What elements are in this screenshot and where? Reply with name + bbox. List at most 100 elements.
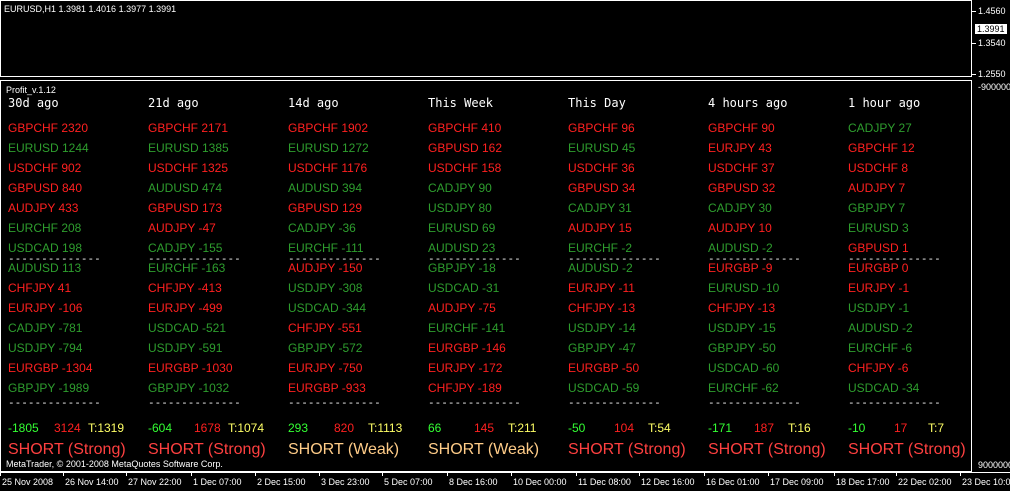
column-header: 1 hour ago [848, 96, 921, 110]
signal-label: SHORT (Strong) [568, 441, 686, 458]
indicator-axis-label: -9000000 [978, 82, 1010, 92]
separator-line: -------------- [8, 396, 101, 409]
pair-row: GBPUSD 129 [288, 201, 363, 215]
price-axis-label: 1.2550 [978, 69, 1006, 79]
total-b: 104 [614, 421, 635, 435]
time-tick [834, 473, 835, 476]
pair-row: USDCHF 158 [428, 161, 502, 175]
pair-row: GBPCHF 1902 [288, 121, 369, 135]
time-axis-label: 25 Nov 2008 [2, 477, 54, 487]
time-axis-label: 5 Dec 07:00 [384, 477, 433, 487]
indicator-axis: -9000000 9000000 [972, 80, 1010, 472]
price-axis-label: 1.3540 [978, 38, 1006, 48]
total-a: 66 [428, 421, 442, 435]
pair-row: CHFJPY -6 [848, 361, 909, 375]
total-t: T:211 [508, 421, 537, 435]
total-b: 820 [334, 421, 355, 435]
pair-row: EURGBP -1304 [8, 361, 93, 375]
indicator-window[interactable] [0, 80, 972, 472]
pair-row: EURUSD 1244 [8, 141, 89, 155]
axis-tick [972, 43, 976, 44]
pair-row: EURJPY -1 [848, 281, 910, 295]
pair-row: EURGBP -933 [288, 381, 366, 395]
pair-row: GBPCHF 12 [848, 141, 915, 155]
pair-row: AUDUSD 113 [8, 261, 82, 275]
total-b: 1678 [194, 421, 221, 435]
pair-row: AUDJPY -150 [288, 261, 363, 275]
pair-row: CHFJPY -551 [288, 321, 362, 335]
pair-row: CADJPY 30 [708, 201, 772, 215]
total-t: T:1113 [368, 421, 403, 435]
signal-label: SHORT (Strong) [148, 441, 266, 458]
signal-label: SHORT (Strong) [848, 441, 966, 458]
separator-line: -------------- [428, 396, 521, 409]
pair-row: EURUSD 69 [428, 221, 496, 235]
pair-row: USDCAD -59 [568, 381, 640, 395]
pair-row: CHFJPY 41 [8, 281, 72, 295]
pair-row: GBPJPY -50 [708, 341, 776, 355]
pair-row: EURCHF -6 [848, 341, 913, 355]
pair-row: EURGBP 0 [848, 261, 909, 275]
pair-row: GBPCHF 410 [428, 121, 502, 135]
pair-row: EURJPY -499 [148, 301, 223, 315]
time-axis-label: 2 Dec 15:00 [257, 477, 306, 487]
time-axis-label: 18 Dec 17:00 [836, 477, 890, 487]
pair-row: EURGBP -9 [708, 261, 773, 275]
time-tick [255, 473, 256, 476]
pair-row: USDJPY -308 [288, 281, 363, 295]
pair-row: USDCHF 902 [8, 161, 82, 175]
pair-row: GBPCHF 96 [568, 121, 635, 135]
pair-row: USDJPY -14 [568, 321, 636, 335]
pair-row: USDCHF 1176 [288, 161, 368, 175]
total-a: -10 [848, 421, 866, 435]
pair-row: AUDUSD 474 [148, 181, 223, 195]
pair-row: CHFJPY -13 [568, 301, 636, 315]
pair-row: USDJPY -794 [8, 341, 83, 355]
time-axis-label: 26 Nov 14:00 [65, 477, 119, 487]
time-axis: 25 Nov 2008 26 Nov 14:00 27 Nov 22:00 1 Dec… [0, 472, 1010, 491]
total-t: T:54 [648, 421, 671, 435]
separator-line: -------------- [148, 396, 241, 409]
pair-row: EURJPY -106 [8, 301, 83, 315]
pair-row: USDCAD -521 [148, 321, 227, 335]
pair-row: EURJPY -750 [288, 361, 363, 375]
pair-row: AUDJPY -75 [428, 301, 496, 315]
pair-row: CHFJPY -189 [428, 381, 502, 395]
pair-row: EURJPY 43 [708, 141, 772, 155]
pair-row: EURCHF -141 [428, 321, 506, 335]
pair-row: USDCAD -60 [708, 361, 780, 375]
pair-row: USDCHF 8 [848, 161, 909, 175]
pair-row: AUDUSD -2 [568, 261, 633, 275]
pair-row: EURUSD 45 [568, 141, 636, 155]
time-tick [447, 473, 448, 476]
pair-row: USDCHF 1325 [148, 161, 229, 175]
pair-row: USDJPY -15 [708, 321, 776, 335]
pair-row: CADJPY 27 [848, 121, 912, 135]
pair-row: GBPCHF 90 [708, 121, 775, 135]
time-axis-label: 12 Dec 16:00 [641, 477, 695, 487]
pair-row: EURUSD 1272 [288, 141, 369, 155]
column-header: 14d ago [288, 96, 339, 110]
pair-row: CHFJPY -13 [708, 301, 776, 315]
total-b: 17 [894, 421, 908, 435]
time-tick [0, 473, 1, 476]
pair-row: GBPUSD 162 [428, 141, 503, 155]
signal-label: SHORT (Strong) [708, 441, 826, 458]
pair-row: GBPCHF 2171 [148, 121, 229, 135]
pair-row: USDCHF 37 [708, 161, 775, 175]
pair-row: USDCAD -34 [848, 381, 920, 395]
pair-row: GBPJPY -47 [568, 341, 636, 355]
time-axis-label: 16 Dec 01:00 [706, 477, 760, 487]
total-b: 145 [474, 421, 495, 435]
pair-row: EURCHF 208 [8, 221, 82, 235]
axis-tick [972, 11, 976, 12]
time-axis-label: 17 Dec 09:00 [770, 477, 824, 487]
separator-line: -------------- [708, 396, 801, 409]
pair-row: EURGBP -146 [428, 341, 506, 355]
pair-row: AUDJPY 433 [8, 201, 79, 215]
pair-row: USDCAD -31 [428, 281, 500, 295]
total-a: 293 [288, 421, 309, 435]
total-t: T:1319 [88, 421, 125, 435]
pair-row: CADJPY 31 [568, 201, 632, 215]
pair-row: AUDUSD 394 [288, 181, 363, 195]
